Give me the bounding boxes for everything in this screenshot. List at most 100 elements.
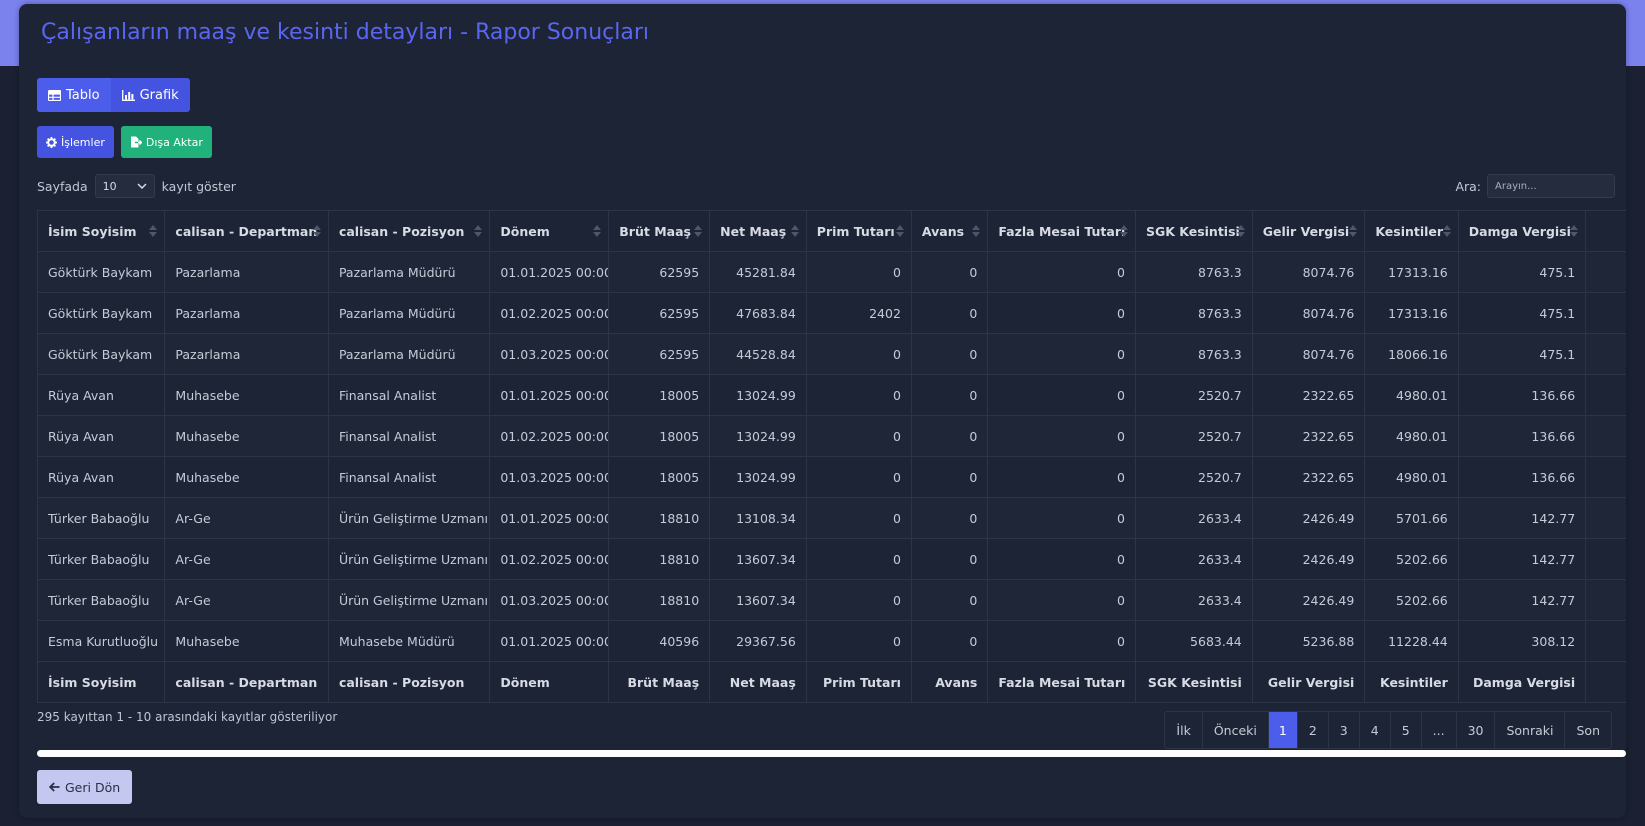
table-cell: 142.77 [1457,538,1587,580]
table-cell: Finansal Analist [327,374,491,416]
table-cell: 2520.7 [1134,374,1253,416]
page-button[interactable]: Önceki [1201,712,1268,748]
pagination: İlk Önceki 1 2 3 4 5... 30 Sonraki Son [1164,711,1612,749]
table-cell: Göktürk Baykam [37,333,166,375]
column-header[interactable]: calisan - Departman [164,210,329,252]
table-row: Göktürk Baykam Pazarlama Pazarlama Müdürü 0… [37,251,1626,293]
table-cell: 0 [987,620,1136,662]
sort-icon [1442,225,1451,237]
view-toggle: Tablo Grafik [37,78,190,112]
table-row: Türker Babaoğlu Ar-Ge Ürün Geliştirme Uzma… [37,497,1626,539]
operations-button[interactable]: İşlemler [37,126,114,158]
page-button[interactable]: 4 [1358,712,1390,748]
column-header-label: calisan - Pozisyon [338,223,465,239]
table-cell: 2633.4 [1134,497,1253,539]
horizontal-scrollbar[interactable] [37,750,1626,757]
table-cell: Türker Babaoğlu [37,497,166,539]
table-row: Türker Babaoğlu Ar-Ge Ürün Geliştirme Uzma… [37,579,1626,621]
table-cell: 13024.99 [709,456,807,498]
page-button[interactable]: 5 [1389,712,1421,748]
table-cell: 5701.66 [1364,497,1459,539]
column-header[interactable]: calisan - Pozisyon [327,210,491,252]
table-cell: 4980.01 [1364,415,1459,457]
page-length-value: 10 [102,179,117,193]
page-button[interactable]: Son [1564,712,1611,748]
table-cell: Türker Babaoğlu [37,579,166,621]
table-cell: 0 [805,415,912,457]
table-cell [1585,538,1626,580]
table-cell: 0 [987,251,1136,293]
column-header-label: Fazla Mesai Tutarı [998,223,1126,239]
page-length-select[interactable]: 10 [94,174,155,198]
column-header[interactable]: Diğer K [1585,210,1626,252]
export-button[interactable]: Dışa Aktar [120,126,212,158]
table-cell: 0 [910,251,989,293]
table-cell: 475.1 [1457,333,1587,375]
table-cell: 8763.3 [1134,251,1253,293]
table-cell: 8074.76 [1251,333,1366,375]
page-button[interactable]: Sonraki [1494,712,1564,748]
table-cell [1585,579,1626,621]
table-cell: 8074.76 [1251,251,1366,293]
table-cell: 2322.65 [1251,456,1366,498]
table-cell: Finansal Analist [327,415,491,457]
table-cell: 47683.84 [709,292,807,334]
column-header-label: Net Maaş [720,223,787,239]
column-header-label: Dönem [500,223,550,239]
table-cell: Esma Kurutluoğlu [37,620,166,662]
column-footer: Fazla Mesai Tutarı [987,661,1136,703]
column-header[interactable]: İsim Soyisim [37,210,166,252]
table-cell: 2633.4 [1134,579,1253,621]
page-button[interactable]: 30 [1455,712,1495,748]
table-cell: 18810 [608,579,711,621]
file-export-icon [130,136,142,148]
page-button[interactable]: 2 [1296,712,1328,748]
table-cell: Göktürk Baykam [37,251,166,293]
back-button[interactable]: Geri Dön [37,770,133,804]
table-cell: 01.02.2025 00:00 [489,415,610,457]
column-header[interactable]: Net Maaş [709,210,807,252]
column-footer: Dönem [489,661,610,703]
table-cell: 18005 [608,415,711,457]
page-button[interactable]: 1 [1267,712,1297,748]
table-cell: Rüya Avan [37,456,166,498]
sort-icon [474,225,483,237]
table-cell: 475.1 [1457,251,1587,293]
chart-view-button[interactable]: Grafik [111,78,190,112]
table-cell: Türker Babaoğlu [37,538,166,580]
table-cell: 01.01.2025 00:00 [489,497,610,539]
column-header[interactable]: SGK Kesintisi [1134,210,1253,252]
table-cell: Pazarlama [164,292,329,334]
table-cell: 0 [910,292,989,334]
table-cell: 0 [987,456,1136,498]
table-view-button[interactable]: Tablo [37,78,111,112]
page-button[interactable]: İlk [1165,712,1201,748]
column-header[interactable]: Damga Vergisi [1457,210,1587,252]
search-input[interactable] [1487,174,1615,198]
sort-icon [895,225,904,237]
table-cell: 40596 [608,620,711,662]
column-header[interactable]: Avans [910,210,989,252]
table-cell: 18005 [608,374,711,416]
table-cell: 136.66 [1457,374,1587,416]
table-cell: 01.02.2025 00:00 [489,292,610,334]
column-footer: Prim Tutarı [805,661,912,703]
table-row: Türker Babaoğlu Ar-Ge Ürün Geliştirme Uzma… [37,538,1626,580]
table-cell: 0 [987,333,1136,375]
operations-label: İşlemler [61,135,105,149]
chart-view-label: Grafik [139,87,179,103]
table-cell: 5236.88 [1251,620,1366,662]
column-header-label: Brüt Maaş [619,223,691,239]
column-header[interactable]: Gelir Vergisi [1251,210,1366,252]
column-header[interactable]: Kesintiler [1364,210,1459,252]
column-header[interactable]: Prim Tutarı [805,210,912,252]
column-header-label: Avans [921,223,965,239]
page-button[interactable]: 3 [1327,712,1359,748]
column-header[interactable]: Brüt Maaş [608,210,711,252]
table-cell: 2520.7 [1134,456,1253,498]
column-header[interactable]: Dönem [489,210,610,252]
table-cell: 4980.01 [1364,374,1459,416]
chevron-down-icon [137,183,147,189]
table-cell: 0 [805,538,912,580]
column-header[interactable]: Fazla Mesai Tutarı [987,210,1136,252]
